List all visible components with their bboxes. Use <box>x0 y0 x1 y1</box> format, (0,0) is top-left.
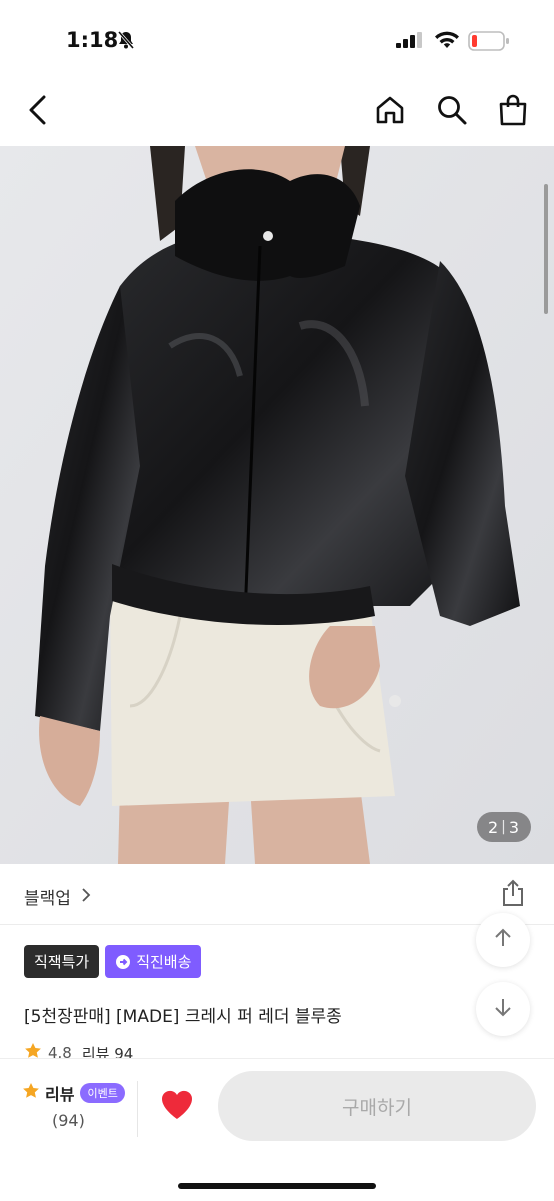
divider <box>137 1081 138 1137</box>
silent-bell-icon <box>116 30 136 54</box>
chevron-right-icon <box>81 887 91 907</box>
cellular-signal-icon <box>396 32 424 52</box>
share-icon <box>498 879 528 912</box>
search-icon <box>436 94 468 130</box>
special-price-badge: 직잭특가 <box>24 945 100 978</box>
home-indicator <box>178 1183 376 1189</box>
scroll-up-button[interactable] <box>476 913 530 967</box>
home-icon <box>374 94 406 130</box>
bottom-action-bar: 리뷰 이벤트 (94) 구매하기 <box>0 1058 554 1201</box>
scroll-down-button[interactable] <box>476 982 530 1036</box>
heart-icon <box>160 1090 194 1125</box>
product-info: 블랙업 직잭특가 직진배송 [5천장판매] [MADE] 크레시 퍼 레더 블루… <box>0 864 554 1064</box>
cart-button[interactable] <box>491 90 535 134</box>
chevron-left-icon <box>27 95 49 129</box>
buy-button[interactable]: 구매하기 <box>218 1071 536 1141</box>
event-badge: 이벤트 <box>80 1083 125 1103</box>
page-total: 3 <box>508 817 521 837</box>
product-image-gallery[interactable]: 2 | 3 <box>0 146 554 864</box>
badge-row: 직잭특가 직진배송 <box>24 945 202 978</box>
status-time: 1:18 <box>66 28 119 52</box>
brand-link[interactable]: 블랙업 <box>24 884 91 909</box>
direct-delivery-badge: 직진배송 <box>105 945 202 978</box>
image-page-indicator: 2 | 3 <box>477 812 531 842</box>
battery-icon <box>468 30 510 56</box>
review-count: (94) <box>52 1111 85 1130</box>
shopping-bag-icon <box>498 94 528 130</box>
brand-name: 블랙업 <box>24 889 71 909</box>
wishlist-button[interactable] <box>160 1089 194 1125</box>
top-nav-bar <box>0 80 554 146</box>
review-button[interactable]: 리뷰 이벤트 (94) <box>0 1059 136 1155</box>
status-bar: 1:18 <box>0 0 554 80</box>
delivery-arrow-icon <box>115 954 131 970</box>
back-button[interactable] <box>16 90 60 134</box>
wifi-icon <box>434 30 460 54</box>
arrow-down-icon <box>492 996 514 1022</box>
image-scrollbar[interactable] <box>544 184 548 314</box>
star-icon <box>22 1082 40 1104</box>
page-current: 2 <box>487 817 500 837</box>
share-button[interactable] <box>498 878 528 912</box>
product-photo <box>0 146 554 864</box>
product-title: [5천장판매] [MADE] 크레시 퍼 레더 블루종 <box>24 1007 342 1027</box>
review-label: 리뷰 <box>45 1085 75 1104</box>
home-button[interactable] <box>368 90 412 134</box>
divider <box>0 924 554 925</box>
direct-delivery-label: 직진배송 <box>136 953 192 971</box>
search-button[interactable] <box>430 90 474 134</box>
arrow-up-icon <box>492 927 514 953</box>
